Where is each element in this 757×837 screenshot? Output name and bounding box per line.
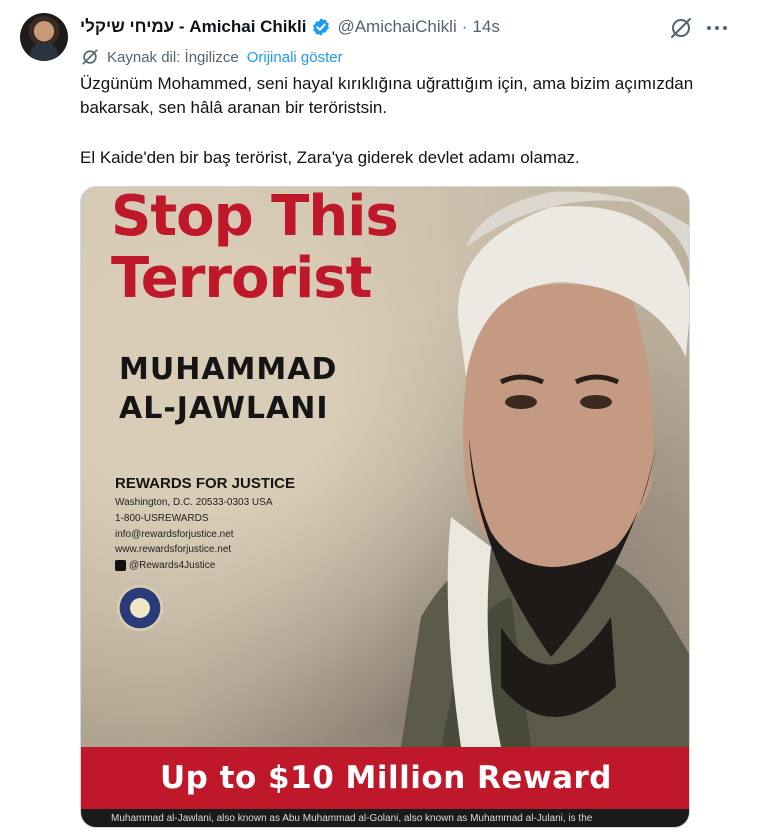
poster-rfj-twitter: @Rewards4Justice: [129, 560, 216, 571]
poster-name: MUHAMMAD: [119, 352, 338, 387]
more-dot: [723, 26, 727, 30]
tweet-media-image[interactable]: Stop This Terrorist MUHAMMAD AL-JAWLANI …: [80, 186, 690, 828]
tweet[interactable]: עמיחי שיקלי - Amichai Chikli @AmichaiChi…: [0, 0, 757, 837]
translation-row: Kaynak dil: İngilizce Orijinali göster: [80, 46, 343, 68]
tweet-text: Üzgünüm Mohammed, seni hayal kırıklığına…: [80, 72, 720, 170]
show-original-link[interactable]: Orijinali göster: [247, 49, 343, 66]
poster-rfj-web: www.rewardsforjustice.net: [115, 544, 232, 555]
tweet-header: עמיחי שיקלי - Amichai Chikli @AmichaiChi…: [80, 14, 500, 40]
poster-rfj-address: Washington, D.C. 20533-0303 USA: [115, 497, 273, 508]
avatar[interactable]: [20, 13, 68, 61]
more-dot: [715, 26, 719, 30]
state-department-seal-icon: [117, 585, 163, 631]
grok-icon[interactable]: [669, 16, 693, 40]
tweet-paragraph: El Kaide'den bir baş terörist, Zara'ya g…: [80, 148, 580, 167]
display-name[interactable]: עמיחי שיקלי - Amichai Chikli: [80, 17, 306, 37]
poster-rfj-email: info@rewardsforjustice.net: [115, 529, 234, 540]
more-options-icon[interactable]: [704, 16, 730, 40]
poster-rfj-phone: 1-800-USREWARDS: [115, 513, 209, 524]
poster-name: AL-JAWLANI: [119, 391, 329, 426]
timestamp[interactable]: 14s: [472, 17, 499, 37]
poster-rfj-title: REWARDS FOR JUSTICE: [115, 475, 296, 492]
tweet-paragraph: Üzgünüm Mohammed, seni hayal kırıklığına…: [80, 74, 694, 117]
source-language-label: Kaynak dil: İngilizce: [107, 48, 239, 66]
more-dot: [707, 26, 711, 30]
separator-dot: ·: [461, 17, 468, 36]
twitter-bird-icon: [115, 560, 126, 571]
handle[interactable]: @AmichaiChikli: [337, 17, 456, 37]
reward-banner-text: Up to $10 Million Reward: [159, 760, 612, 796]
poster-footer-text: Muhammad al-Jawlani, also known as Abu M…: [81, 809, 689, 827]
portrait-illustration: [401, 191, 689, 747]
translate-icon: [82, 49, 98, 65]
verified-badge-icon: [313, 18, 330, 36]
reward-banner: Up to $10 Million Reward: [81, 747, 689, 809]
